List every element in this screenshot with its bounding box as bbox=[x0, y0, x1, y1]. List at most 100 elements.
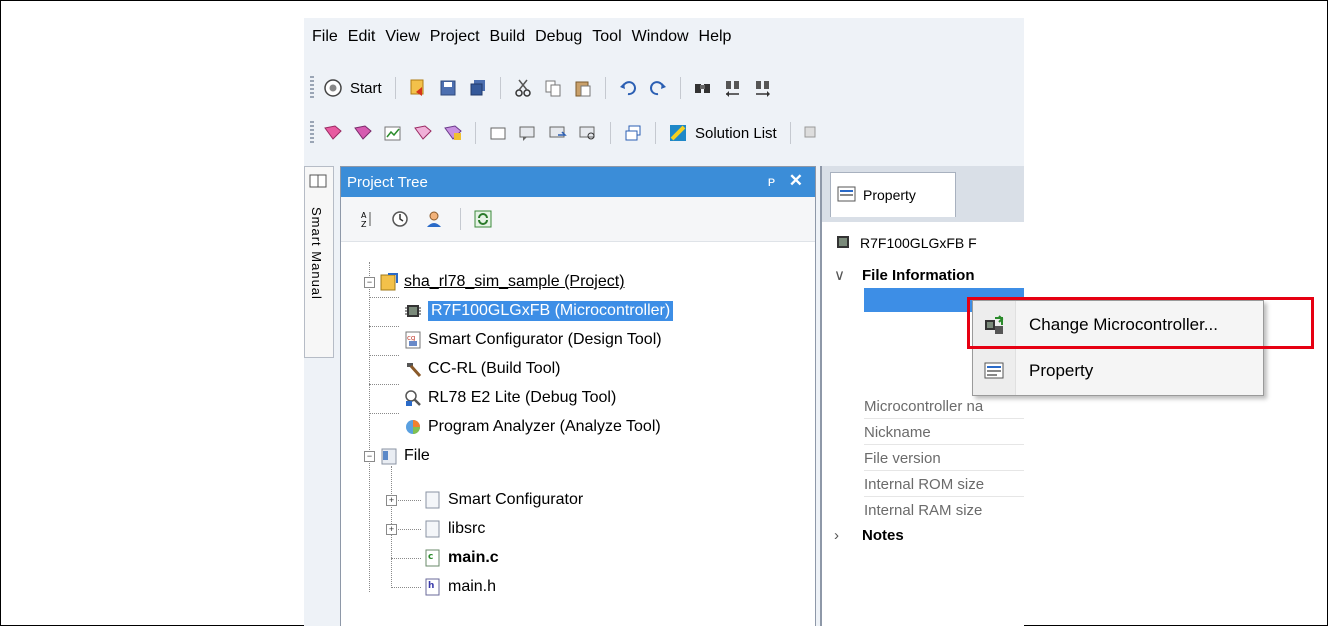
project-tree-titlebar: Project Tree ᴘ ✕ bbox=[341, 167, 815, 197]
expand-toggle[interactable]: + bbox=[386, 524, 397, 535]
menu-edit[interactable]: Edit bbox=[348, 28, 376, 46]
property-tabbar: Property bbox=[822, 166, 1024, 222]
tree-item-label: Program Analyzer (Analyze Tool) bbox=[428, 418, 661, 435]
toolbar-separator bbox=[610, 122, 611, 144]
build-project-icon[interactable] bbox=[322, 122, 344, 144]
close-icon[interactable]: ✕ bbox=[789, 171, 803, 191]
property-row[interactable]: Microcontroller na bbox=[864, 394, 1024, 419]
tree-item-label: RL78 E2 Lite (Debug Tool) bbox=[428, 389, 617, 406]
tree-line bbox=[369, 326, 399, 327]
menu-project[interactable]: Project bbox=[430, 28, 480, 46]
tree-item-analyze-tool[interactable]: Program Analyzer (Analyze Tool) bbox=[403, 413, 661, 441]
dialog-search-icon[interactable] bbox=[577, 122, 599, 144]
find-prev-icon[interactable] bbox=[722, 77, 744, 99]
dialog-icon[interactable] bbox=[517, 122, 539, 144]
find-next-icon[interactable] bbox=[752, 77, 774, 99]
svg-text:A: A bbox=[361, 211, 367, 220]
highlight-box bbox=[967, 297, 1314, 349]
tree-item-file-folder[interactable]: File bbox=[379, 442, 430, 470]
category-notes[interactable]: › Notes bbox=[822, 522, 1024, 548]
toolbar-grip[interactable] bbox=[310, 76, 314, 100]
pin-icon[interactable]: ᴘ bbox=[768, 173, 775, 189]
toolbar-separator bbox=[789, 122, 791, 144]
property-row[interactable]: Internal ROM size bbox=[864, 472, 1024, 497]
chip-icon bbox=[834, 233, 852, 254]
collapse-toggle[interactable]: − bbox=[364, 277, 375, 288]
chip-icon bbox=[403, 301, 423, 321]
user-icon[interactable] bbox=[423, 208, 445, 230]
menu-file[interactable]: File bbox=[312, 28, 338, 46]
menu-item-label: Property bbox=[1029, 361, 1094, 380]
toolbar-separator bbox=[604, 77, 606, 99]
svg-text:cg: cg bbox=[407, 334, 415, 342]
toolbar-separator bbox=[679, 77, 681, 99]
tree-item-libsrc-folder[interactable]: libsrc bbox=[423, 515, 485, 543]
tree-item-project[interactable]: sha_rl78_sim_sample (Project) bbox=[379, 268, 625, 296]
tree-item-smart-configurator-folder[interactable]: Smart Configurator bbox=[423, 486, 583, 514]
window-icon[interactable] bbox=[487, 122, 509, 144]
tree-item-microcontroller[interactable]: R7F100GLGxFB (Microcontroller) bbox=[403, 297, 674, 325]
save-all-icon[interactable] bbox=[467, 77, 489, 99]
property-name: Nickname bbox=[864, 423, 931, 441]
folder-icon bbox=[423, 490, 443, 510]
toolbar-separator bbox=[460, 208, 461, 230]
tree-item-smart-configurator[interactable]: cg Smart Configurator (Design Tool) bbox=[403, 326, 662, 354]
sort-az-icon[interactable]: AZ bbox=[355, 208, 377, 230]
paste-icon[interactable] bbox=[572, 77, 594, 99]
tree-item-main-c[interactable]: c main.c bbox=[423, 544, 499, 572]
svg-text:c: c bbox=[428, 552, 433, 562]
tree-item-label: Smart Configurator bbox=[448, 491, 584, 508]
windows-cascade-icon[interactable] bbox=[622, 122, 644, 144]
toolbar-grip[interactable] bbox=[310, 121, 314, 145]
cut-icon[interactable] bbox=[512, 77, 534, 99]
build-stop-icon[interactable] bbox=[442, 122, 464, 144]
clean-project-icon[interactable] bbox=[412, 122, 434, 144]
open-project-icon[interactable] bbox=[407, 77, 429, 99]
copy-icon[interactable] bbox=[542, 77, 564, 99]
menu-debug[interactable]: Debug bbox=[535, 28, 582, 46]
tab-property[interactable]: Property bbox=[830, 172, 956, 217]
collapse-toggle[interactable]: − bbox=[364, 451, 375, 462]
tree-item-label: Smart Configurator (Design Tool) bbox=[428, 331, 662, 348]
property-row[interactable]: Nickname bbox=[864, 420, 1024, 445]
menu-build[interactable]: Build bbox=[490, 28, 526, 46]
category-label: Notes bbox=[862, 526, 904, 544]
build-toolbar: Solution List bbox=[304, 115, 1024, 151]
refresh-icon[interactable] bbox=[472, 208, 494, 230]
undo-icon[interactable] bbox=[617, 77, 639, 99]
project-tree: − sha_rl78_sim_sample (Project) R7F100GL… bbox=[341, 242, 815, 622]
menu-item-property[interactable]: Property bbox=[973, 351, 1263, 391]
property-row[interactable]: File version bbox=[864, 446, 1024, 471]
smart-configurator-icon: cg bbox=[403, 330, 423, 350]
svg-text:h: h bbox=[428, 581, 434, 591]
save-icon[interactable] bbox=[437, 77, 459, 99]
start-icon[interactable] bbox=[322, 77, 344, 99]
debug-tool-icon bbox=[403, 388, 423, 408]
menu-help[interactable]: Help bbox=[699, 28, 732, 46]
tree-item-debug-tool[interactable]: RL78 E2 Lite (Debug Tool) bbox=[403, 384, 616, 412]
smart-manual-tab[interactable]: Smart Manual bbox=[304, 166, 334, 358]
analyze-icon[interactable] bbox=[382, 122, 404, 144]
solution-list-button[interactable]: Solution List bbox=[695, 125, 777, 142]
find-icon[interactable] bbox=[692, 77, 714, 99]
expand-toggle[interactable]: + bbox=[386, 495, 397, 506]
rebuild-project-icon[interactable] bbox=[352, 122, 374, 144]
start-button[interactable]: Start bbox=[350, 80, 382, 97]
tree-item-main-h[interactable]: h main.h bbox=[423, 573, 496, 601]
sort-time-icon[interactable] bbox=[389, 208, 411, 230]
menu-window[interactable]: Window bbox=[632, 28, 689, 46]
property-row[interactable]: Internal RAM size bbox=[864, 498, 1024, 523]
tree-line bbox=[369, 297, 399, 298]
dialog-arrow-icon[interactable] bbox=[547, 122, 569, 144]
tree-line bbox=[391, 587, 421, 588]
tree-line bbox=[369, 262, 370, 592]
tree-item-build-tool[interactable]: CC-RL (Build Tool) bbox=[403, 355, 560, 383]
redo-icon[interactable] bbox=[647, 77, 669, 99]
category-file-information[interactable]: ∨ File Information bbox=[822, 262, 1024, 288]
project-tree-panel: Project Tree ᴘ ✕ AZ − sha_rl78_sim_sampl… bbox=[340, 166, 816, 626]
more-tools-icon[interactable] bbox=[802, 122, 824, 144]
menu-view[interactable]: View bbox=[385, 28, 419, 46]
solution-list-icon[interactable] bbox=[667, 122, 689, 144]
menu-tool[interactable]: Tool bbox=[592, 28, 621, 46]
toolbar-separator bbox=[394, 77, 396, 99]
